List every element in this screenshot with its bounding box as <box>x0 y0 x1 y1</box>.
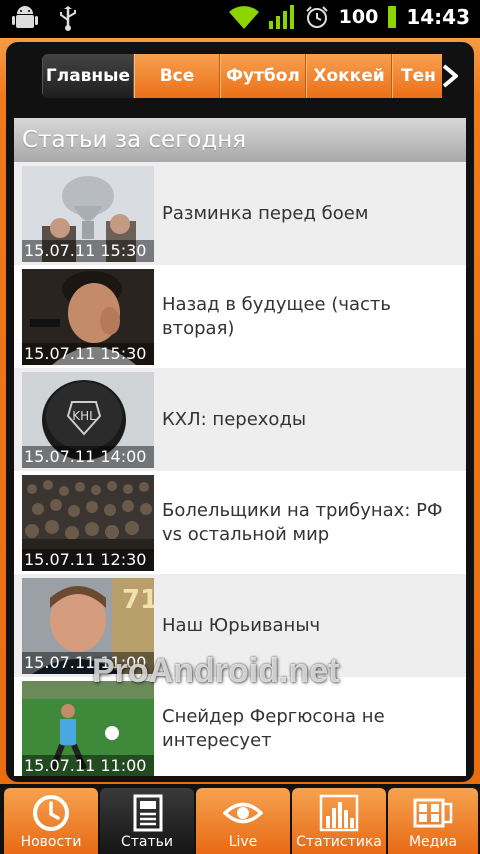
article-title: Снейдер Фергюсона не интересует <box>162 705 385 751</box>
watermark: ProAndroid.net <box>92 652 340 690</box>
tab-football[interactable]: Футбол <box>220 54 306 98</box>
status-bar: 100 14:43 <box>0 0 480 38</box>
article-timestamp: 15.07.11 12:30 <box>22 549 154 571</box>
signal-icon <box>268 5 294 29</box>
article-thumbnail: 15.07.11 15:30 <box>22 166 154 262</box>
article-title: КХЛ: переходы <box>162 408 307 430</box>
article-title: Разминка перед боем <box>162 202 369 224</box>
film-icon <box>413 798 453 828</box>
bar-chart-icon <box>319 794 359 832</box>
article-timestamp: 15.07.11 15:30 <box>22 343 154 365</box>
nav-media[interactable]: Медиа <box>388 788 478 854</box>
article-title: Болельщики на трибунах: РФ vs остальной … <box>162 499 443 545</box>
nav-label: Новости <box>20 834 82 850</box>
article-timestamp: 15.07.11 14:00 <box>22 446 154 468</box>
eye-icon <box>223 802 263 824</box>
tab-tennis[interactable]: Тен <box>392 54 442 98</box>
nav-statistics[interactable]: Статистика <box>292 788 386 854</box>
wifi-icon <box>228 6 259 29</box>
document-icon <box>133 794 163 832</box>
category-tabs: Главные Все Футбол Хоккей Тен <box>42 54 442 98</box>
clock-icon <box>33 795 69 831</box>
article-title: Назад в будущее (часть вторая) <box>162 293 392 339</box>
list-item[interactable]: 15.07.11 15:30 Назад в будущее (часть вт… <box>14 265 466 368</box>
svg-text:KHL: KHL <box>72 409 96 423</box>
nav-label: Live <box>228 834 258 850</box>
nav-label: Медиа <box>408 834 458 850</box>
list-item[interactable]: 15.07.11 12:30 Болельщики на трибунах: Р… <box>14 471 466 574</box>
bottom-nav: Новости Статьи Live Статистика Медиа <box>0 784 480 854</box>
nav-label: Статьи <box>120 834 173 850</box>
clock-time: 14:43 <box>406 5 470 29</box>
article-timestamp: 15.07.11 15:30 <box>22 240 154 262</box>
svg-text:71: 71 <box>122 585 154 615</box>
battery-icon <box>388 6 397 28</box>
list-item[interactable]: 15.07.11 11:00 Снейдер Фергюсона не инте… <box>14 677 466 776</box>
battery-level: 100 <box>338 6 379 28</box>
section-title: Статьи за сегодня <box>14 118 466 162</box>
article-thumbnail: 15.07.11 15:30 <box>22 269 154 365</box>
article-thumbnail: 15.07.11 12:30 <box>22 475 154 571</box>
nav-news[interactable]: Новости <box>4 788 98 854</box>
android-debug-icon <box>12 6 38 28</box>
chevron-right-icon[interactable] <box>440 64 460 88</box>
nav-label: Статистика <box>296 834 382 850</box>
tab-main[interactable]: Главные <box>42 54 134 98</box>
article-thumbnail: 15.07.11 11:00 <box>22 681 154 776</box>
article-thumbnail: KHL 15.07.11 14:00 <box>22 372 154 468</box>
tab-all[interactable]: Все <box>134 54 220 98</box>
list-item[interactable]: 15.07.11 15:30 Разминка перед боем <box>14 162 466 265</box>
alarm-icon <box>305 6 328 28</box>
nav-live[interactable]: Live <box>196 788 290 854</box>
list-item[interactable]: KHL 15.07.11 14:00 КХЛ: переходы <box>14 368 466 471</box>
article-timestamp: 15.07.11 11:00 <box>22 755 154 776</box>
usb-icon <box>60 6 76 31</box>
tab-hockey[interactable]: Хоккей <box>306 54 392 98</box>
nav-articles[interactable]: Статьи <box>100 788 194 854</box>
